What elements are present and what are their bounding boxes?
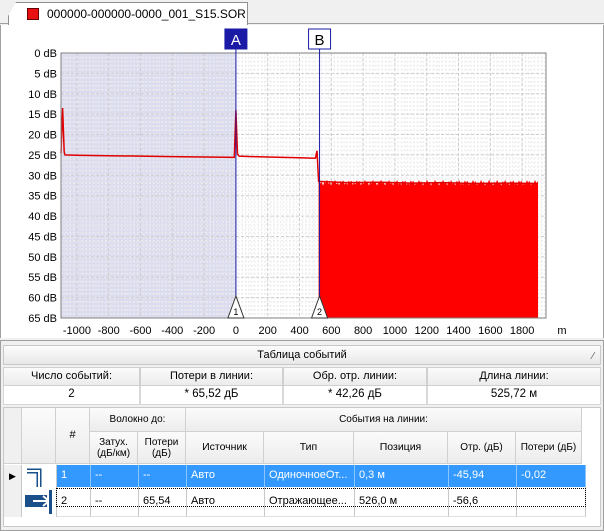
otdr-viewer-window: 000000-000000-0000_001_S15.SOR AB120 dB 5…: [0, 0, 604, 531]
summary-event-count: Число событий: 2: [3, 367, 140, 405]
row-header-corner: [4, 408, 22, 464]
event-end-icon: [23, 487, 57, 517]
pin-icon[interactable]: ⁄: [592, 348, 594, 366]
event-flag-label: 1: [233, 307, 238, 317]
events-panel: Таблица событий ⁄ Число событий: 2 Потер…: [0, 340, 604, 531]
summary-value: 525,72 м: [427, 386, 601, 405]
cell-fiber-loss: 65,54: [139, 487, 187, 517]
summary-value: * 42,26 дБ: [283, 386, 427, 405]
column-header-reflectance[interactable]: Отр. (дБ): [448, 432, 516, 464]
x-tick-label: -1000: [63, 325, 91, 337]
summary-label: Потери в линии:: [140, 367, 283, 386]
x-tick-label: 400: [290, 325, 308, 337]
y-tick-label: 50 dB: [28, 252, 57, 264]
x-tick-label: -400: [161, 325, 183, 337]
cell-atten: --: [91, 465, 139, 487]
cell-atten: --: [91, 487, 139, 517]
events-panel-header: Таблица событий ⁄: [3, 345, 601, 365]
y-tick-label: 55 dB: [28, 272, 57, 284]
y-tick-label: 30 dB: [28, 170, 57, 182]
x-tick-label: 1200: [414, 325, 438, 337]
current-row-arrow-icon: ▶: [4, 465, 22, 487]
table-row[interactable]: ▶ 1 -- -- Авто ОдиночноеОт... 0,3 м -45,…: [4, 465, 586, 494]
y-tick-label: 5 dB: [34, 68, 57, 80]
cell-loss: [517, 487, 586, 517]
summary-value: * 65,52 дБ: [140, 386, 283, 405]
events-table[interactable]: # Волокно до: События на линии: Затух. (…: [3, 407, 601, 527]
cell-fiber-loss: --: [139, 465, 187, 487]
group-header-fiber: Волокно до:: [90, 408, 186, 432]
cursor-label-b: B: [315, 32, 325, 49]
x-tick-label: 800: [354, 325, 372, 337]
summary-value: 2: [3, 386, 140, 405]
x-axis-unit-label: m: [557, 325, 566, 337]
cell-position: 0,3 м: [355, 465, 449, 487]
cell-type: ОдиночноеОт...: [265, 465, 355, 487]
document-tabstrip: 000000-000000-0000_001_S15.SOR: [0, 0, 604, 25]
event-start-icon: [23, 465, 57, 494]
y-tick-label: 0 dB: [34, 48, 57, 60]
column-header-source[interactable]: Источник: [186, 432, 264, 464]
shaded-region: [61, 53, 236, 318]
row-selector[interactable]: [4, 487, 22, 517]
trace-color-swatch-icon: [27, 8, 39, 20]
x-tick-label: -200: [193, 325, 215, 337]
summary-label: Обр. отр. линии:: [283, 367, 427, 386]
y-tick-label: 20 dB: [28, 130, 57, 142]
event-flag-label: 2: [317, 307, 322, 317]
cell-loss: -0,02: [517, 465, 586, 487]
cell-position: 526,0 м: [355, 487, 449, 517]
cell-type: Отражающее...: [265, 487, 355, 517]
x-tick-label: 1600: [478, 325, 502, 337]
x-tick-label: 200: [259, 325, 277, 337]
x-tick-label: 1400: [446, 325, 470, 337]
column-header-type[interactable]: Тип: [264, 432, 354, 464]
cell-source: Авто: [187, 465, 265, 487]
group-header-line-events: События на линии:: [186, 408, 582, 432]
cell-num: 1: [57, 465, 91, 487]
column-header-fiber-loss[interactable]: Потери (дБ): [138, 432, 186, 464]
trace-chart-panel[interactable]: AB120 dB 5 dB 10 dB 15 dB 20 dB 25 dB 30 dB 35 …: [0, 25, 604, 338]
summary-line-orl: Обр. отр. линии: * 42,26 дБ: [283, 367, 427, 405]
end-of-fiber-icon: [25, 490, 52, 514]
document-tab-title: 000000-000000-0000_001_S15.SOR: [47, 7, 246, 21]
y-tick-label: 15 dB: [28, 109, 57, 121]
y-tick-label: 65 dB: [28, 313, 57, 325]
x-tick-label: 1800: [510, 325, 534, 337]
y-tick-label: 60 dB: [28, 293, 57, 305]
events-panel-title: Таблица событий: [257, 349, 347, 361]
y-tick-label: 25 dB: [28, 150, 57, 162]
x-tick-label: 600: [322, 325, 340, 337]
summary-label: Длина линии:: [427, 367, 601, 386]
x-tick-label: -800: [98, 325, 120, 337]
events-summary: Число событий: 2 Потери в линии: * 65,52…: [3, 367, 601, 405]
x-tick-label: 0: [233, 325, 239, 337]
icon-column-header: [22, 408, 56, 464]
column-header-num[interactable]: #: [56, 408, 90, 464]
cell-reflectance: -56,6: [449, 487, 517, 517]
summary-line-length: Длина линии: 525,72 м: [427, 367, 601, 405]
cursor-label-a: A: [231, 32, 241, 49]
summary-line-loss: Потери в линии: * 65,52 дБ: [140, 367, 283, 405]
table-row[interactable]: 2 -- 65,54 Авто Отражающее... 526,0 м -5…: [4, 487, 586, 517]
cell-reflectance: -45,94: [449, 465, 517, 487]
y-tick-label: 40 dB: [28, 211, 57, 223]
y-tick-label: 10 dB: [28, 89, 57, 101]
column-header-position[interactable]: Позиция: [354, 432, 448, 464]
cell-num: 2: [57, 487, 91, 517]
summary-label: Число событий:: [3, 367, 140, 386]
x-tick-label: -600: [129, 325, 151, 337]
trace-chart[interactable]: A B1 20 dB5 dB10 dB15 dB20 dB25 dB30 dB35 …: [1, 25, 603, 338]
column-header-loss[interactable]: Потери (дБ): [516, 432, 582, 464]
document-tab[interactable]: 000000-000000-0000_001_S15.SOR: [8, 2, 248, 25]
y-tick-label: 45 dB: [28, 231, 57, 243]
cell-source: Авто: [187, 487, 265, 517]
noise-floor-fill: [318, 179, 539, 318]
column-header-atten[interactable]: Затух. (дБ/км): [90, 432, 138, 464]
x-tick-label: 1000: [383, 325, 407, 337]
y-tick-label: 35 dB: [28, 191, 57, 203]
